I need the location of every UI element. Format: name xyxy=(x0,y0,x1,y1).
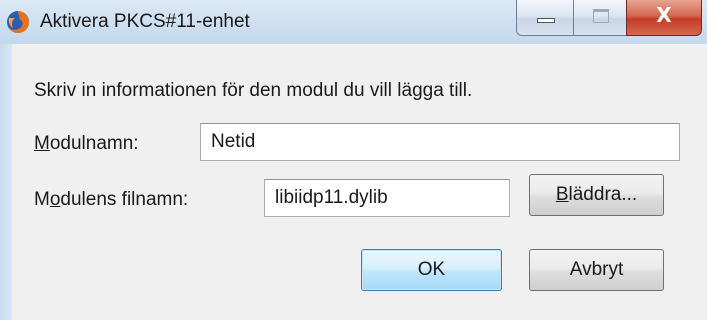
cancel-button[interactable]: Avbryt xyxy=(529,249,664,291)
dialog-window: Aktivera PKCS#11-enhet X Skriv in inform… xyxy=(0,0,707,320)
module-name-label: Modulnamn: xyxy=(34,133,139,155)
instruction-text: Skriv in informationen för den modul du … xyxy=(34,80,473,101)
module-file-input[interactable]: libiidp11.dylib xyxy=(264,179,510,217)
browse-accel: B xyxy=(555,184,569,205)
window-title: Aktivera PKCS#11-enhet xyxy=(40,11,250,32)
module-file-accel: o xyxy=(49,189,61,210)
title-bar[interactable]: Aktivera PKCS#11-enhet X xyxy=(0,0,707,44)
window-frame-left xyxy=(0,44,12,320)
close-button[interactable]: X xyxy=(626,0,702,36)
module-name-label-rest: odulnamn: xyxy=(49,133,139,154)
module-file-label-pre: M xyxy=(34,189,50,210)
firefox-icon xyxy=(6,10,30,34)
minimize-icon xyxy=(537,18,555,23)
maximize-button[interactable] xyxy=(573,0,627,36)
close-icon: X xyxy=(656,3,672,27)
browse-label-rest: läddra... xyxy=(568,184,638,205)
module-name-input[interactable]: Netid xyxy=(200,123,680,161)
browse-button[interactable]: Bläddra... xyxy=(529,174,664,216)
ok-button[interactable]: OK xyxy=(361,249,502,291)
minimize-button[interactable] xyxy=(516,0,574,36)
module-file-label-rest: dulens filnamn: xyxy=(60,189,189,210)
caption-buttons: X xyxy=(516,0,702,38)
module-file-label: Modulens filnamn: xyxy=(34,189,188,211)
module-name-accel: M xyxy=(34,133,50,154)
maximize-icon xyxy=(593,9,609,23)
